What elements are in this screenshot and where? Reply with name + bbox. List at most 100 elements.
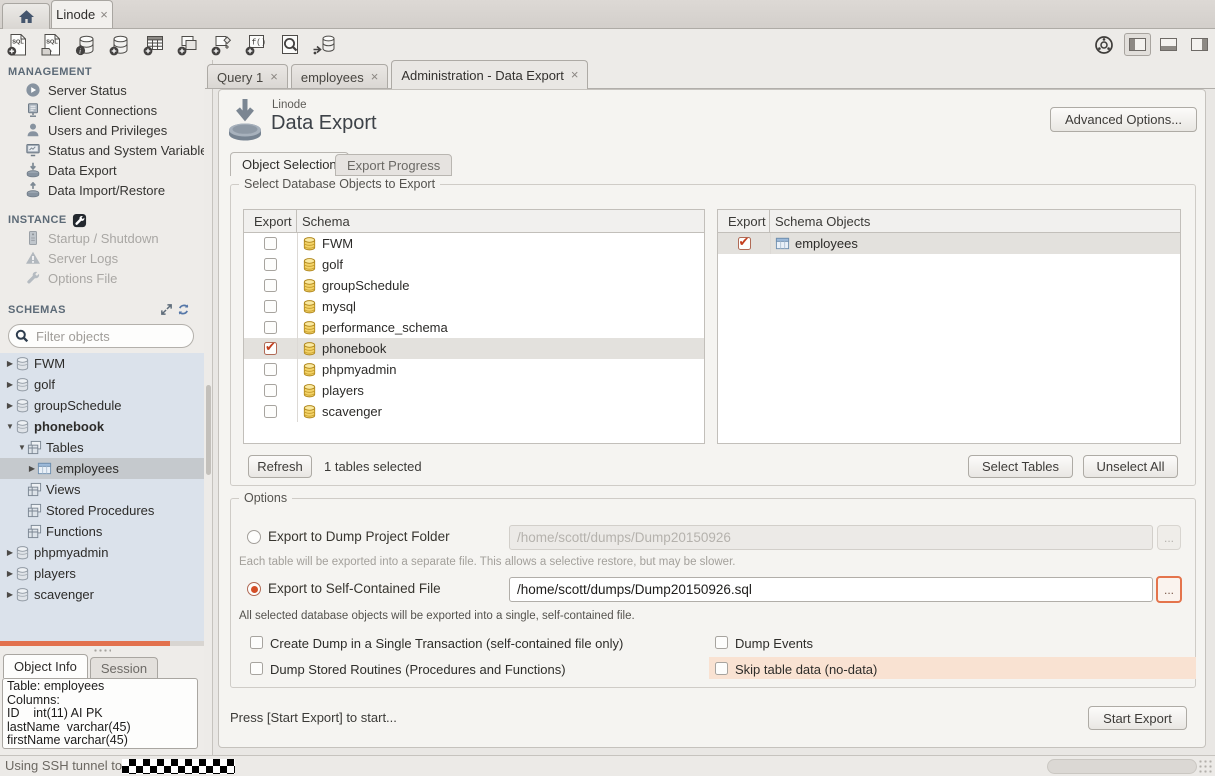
tree-item-groupschedule[interactable]: groupSchedule	[0, 395, 204, 416]
table-row[interactable]: mysql	[244, 296, 704, 317]
create-procedure-button[interactable]	[208, 31, 236, 58]
table-row[interactable]: groupSchedule	[244, 275, 704, 296]
sidebar-item-startup-shutdown[interactable]: Startup / Shutdown	[0, 228, 204, 248]
toggle-bottom-panel-button[interactable]	[1155, 33, 1182, 56]
export-checkbox[interactable]	[264, 384, 277, 397]
expand-schemas-icon[interactable]	[160, 303, 173, 316]
filter-objects-input[interactable]	[34, 328, 178, 345]
scrollbar-thumb[interactable]	[206, 385, 211, 475]
refresh-schemas-icon[interactable]	[177, 303, 190, 316]
schema-inspector-button[interactable]: i	[72, 31, 100, 58]
management-title: MANAGEMENT	[8, 66, 92, 78]
tree-item-stored-procedures[interactable]: Stored Procedures	[0, 500, 204, 521]
close-icon[interactable]	[270, 72, 278, 82]
horizontal-scrollbar-thumb[interactable]	[1047, 759, 1197, 774]
table-row-selected[interactable]: employees	[718, 233, 1180, 254]
expand-arrow-icon[interactable]	[5, 380, 15, 389]
open-sql-script-button[interactable]: SQL	[38, 31, 66, 58]
export-checkbox-checked[interactable]	[738, 237, 751, 250]
bottom-panel-icon	[1160, 38, 1177, 51]
export-checkbox[interactable]	[264, 405, 277, 418]
tab-administration-data-export[interactable]: Administration - Data Export	[391, 60, 588, 89]
dump-events-checkbox[interactable]	[715, 636, 728, 649]
tree-item-views[interactable]: Views	[0, 479, 204, 500]
sidebar-item-server-status[interactable]: Server Status	[0, 80, 204, 100]
tab-employees[interactable]: employees	[291, 64, 388, 89]
home-tab[interactable]	[2, 3, 50, 29]
export-checkbox[interactable]	[264, 237, 277, 250]
collapse-arrow-icon[interactable]	[5, 422, 15, 431]
export-checkbox[interactable]	[264, 300, 277, 313]
sidebar-item-data-export[interactable]: Data Export	[0, 160, 204, 180]
unselect-all-button[interactable]: Unselect All	[1083, 455, 1178, 478]
tree-item-functions[interactable]: Functions	[0, 521, 204, 542]
connection-tab[interactable]: Linode	[51, 0, 113, 28]
tree-item-players[interactable]: players	[0, 563, 204, 584]
table-row[interactable]: phpmyadmin	[244, 359, 704, 380]
tree-item-tables[interactable]: Tables	[0, 437, 204, 458]
export-checkbox[interactable]	[264, 279, 277, 292]
create-table-button[interactable]	[140, 31, 168, 58]
table-row[interactable]: golf	[244, 254, 704, 275]
expand-arrow-icon[interactable]	[5, 590, 15, 599]
tree-item-scavenger[interactable]: scavenger	[0, 584, 204, 605]
expand-arrow-icon[interactable]	[27, 464, 37, 473]
tab-export-progress[interactable]: Export Progress	[335, 154, 452, 176]
tree-item-fwm[interactable]: FWM	[0, 353, 204, 374]
skip-table-data-checkbox[interactable]	[715, 662, 728, 675]
close-icon[interactable]	[100, 10, 108, 20]
atom-button[interactable]	[1090, 31, 1118, 58]
tab-session[interactable]: Session	[90, 657, 158, 678]
sidebar-item-system-variables[interactable]: Status and System Variables	[0, 140, 204, 160]
splitter-handle[interactable]	[0, 646, 204, 654]
export-checkbox[interactable]	[264, 321, 277, 334]
tree-item-phonebook[interactable]: phonebook	[0, 416, 204, 437]
tree-item-golf[interactable]: golf	[0, 374, 204, 395]
start-export-button[interactable]: Start Export	[1088, 706, 1187, 730]
close-icon[interactable]	[371, 72, 379, 82]
collapse-arrow-icon[interactable]	[17, 443, 27, 452]
sidebar-item-options-file[interactable]: Options File	[0, 268, 204, 288]
dump-project-folder-radio[interactable]	[247, 530, 261, 544]
table-row[interactable]: FWM	[244, 233, 704, 254]
table-row[interactable]: scavenger	[244, 401, 704, 422]
browse-file-button[interactable]: ...	[1156, 576, 1182, 603]
self-contained-file-radio[interactable]	[247, 582, 261, 596]
table-row[interactable]: players	[244, 380, 704, 401]
create-function-button[interactable]: f()	[242, 31, 270, 58]
toggle-left-sidebar-button[interactable]	[1124, 33, 1151, 56]
expand-arrow-icon[interactable]	[5, 401, 15, 410]
table-row-selected[interactable]: phonebook	[244, 338, 704, 359]
tab-object-selection[interactable]: Object Selection	[230, 152, 349, 176]
create-view-button[interactable]	[174, 31, 202, 58]
sidebar-item-users-privileges[interactable]: Users and Privileges	[0, 120, 204, 140]
expand-arrow-icon[interactable]	[5, 359, 15, 368]
advanced-options-button[interactable]: Advanced Options...	[1050, 107, 1197, 132]
sidebar-item-data-import[interactable]: Data Import/Restore	[0, 180, 204, 200]
tab-object-info[interactable]: Object Info	[3, 654, 88, 678]
sidebar-item-client-connections[interactable]: Client Connections	[0, 100, 204, 120]
resize-grip[interactable]	[1198, 759, 1214, 775]
select-tables-button[interactable]: Select Tables	[968, 455, 1073, 478]
reconnect-dbms-button[interactable]	[310, 31, 338, 58]
create-schema-button[interactable]	[106, 31, 134, 58]
refresh-button[interactable]: Refresh	[248, 455, 312, 478]
table-row[interactable]: performance_schema	[244, 317, 704, 338]
export-checkbox[interactable]	[264, 363, 277, 376]
toggle-right-sidebar-button[interactable]	[1186, 33, 1213, 56]
single-transaction-checkbox[interactable]	[250, 636, 263, 649]
expand-arrow-icon[interactable]	[5, 548, 15, 557]
expand-arrow-icon[interactable]	[5, 569, 15, 578]
sidebar-scrollbar[interactable]	[204, 60, 213, 755]
tab-query-1[interactable]: Query 1	[207, 64, 288, 89]
stored-routines-checkbox[interactable]	[250, 662, 263, 675]
export-checkbox-checked[interactable]	[264, 342, 277, 355]
export-checkbox[interactable]	[264, 258, 277, 271]
sidebar-item-server-logs[interactable]: Server Logs	[0, 248, 204, 268]
self-contained-path-input[interactable]	[509, 577, 1153, 602]
tree-item-employees[interactable]: employees	[0, 458, 204, 479]
new-query-tab-button[interactable]: SQL	[4, 31, 32, 58]
search-data-button[interactable]	[276, 31, 304, 58]
tree-item-phpmyadmin[interactable]: phpmyadmin	[0, 542, 204, 563]
close-icon[interactable]	[571, 70, 579, 80]
